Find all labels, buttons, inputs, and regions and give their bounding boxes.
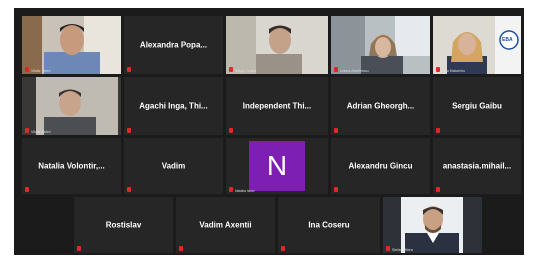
participant-name: Adrian Gheorgh...: [346, 101, 415, 111]
muted-mic-icon: [25, 128, 29, 133]
participant-tile-video[interactable]: Stefan Mitrea: [383, 197, 482, 253]
muted-mic-icon: [25, 187, 29, 192]
muted-mic-icon: [334, 67, 338, 72]
participant-tile[interactable]: Alexandra Popa...: [124, 16, 223, 74]
participant-tile[interactable]: Vadim: [124, 138, 223, 194]
participant-name-caption: Iuliana Zamfirescu: [340, 69, 369, 73]
muted-mic-icon: [25, 67, 29, 72]
active-speaker-tile[interactable]: Sergiu Dudka: [226, 16, 328, 74]
participant-name-caption: Sergiu Dudka: [235, 69, 257, 73]
participant-name: Natalia Volontir,...: [38, 161, 105, 171]
eba-logo: EBA: [502, 37, 513, 43]
muted-mic-icon: [436, 128, 440, 133]
participant-name-caption: Vitalie Tarlev: [31, 130, 51, 134]
avatar: N: [249, 141, 305, 191]
muted-mic-icon: [127, 67, 131, 72]
participant-name: Alexandra Popa...: [139, 40, 208, 50]
participant-tile-video[interactable]: Iuliana Zamfirescu: [331, 16, 430, 74]
muted-mic-icon: [229, 128, 233, 133]
muted-mic-icon: [229, 187, 233, 192]
participant-tile[interactable]: Rostislav: [74, 197, 173, 253]
participant-tile-video[interactable]: Vitalie Tarlev: [22, 77, 121, 135]
muted-mic-icon: [386, 246, 390, 251]
participant-name-caption: Irina Matcenko: [442, 69, 465, 73]
video-conference-window: Vitalie Tarlev Alexandra Popa... Sergiu …: [14, 8, 524, 255]
muted-mic-icon: [436, 67, 440, 72]
muted-mic-icon: [127, 187, 131, 192]
participant-tile[interactable]: Sergiu Gaibu: [433, 77, 521, 135]
muted-mic-icon: [179, 246, 183, 251]
participant-video: [22, 77, 121, 135]
participant-name: Vadim Axentii: [199, 220, 252, 230]
participant-video: [22, 16, 121, 74]
participant-tile[interactable]: Agachi Inga, Thi...: [124, 77, 223, 135]
participant-tile[interactable]: Alexandru Gincu: [331, 138, 430, 194]
participant-name: Vadim: [161, 161, 186, 171]
participant-tile-video[interactable]: Vitalie Tarlev: [22, 16, 121, 74]
participant-tile[interactable]: Natalia Volontir,...: [22, 138, 121, 194]
participant-video: [331, 16, 430, 74]
participant-name: Ina Coseru: [308, 220, 350, 230]
muted-mic-icon: [334, 128, 338, 133]
participant-video: [433, 16, 521, 74]
muted-mic-icon: [229, 67, 233, 72]
participant-name: anastasia.mihail...: [442, 161, 512, 171]
participant-tile-avatar[interactable]: N Natalia Iarov: [226, 138, 328, 194]
muted-mic-icon: [77, 246, 81, 251]
participant-name-caption: Natalia Iarov: [235, 189, 255, 193]
muted-mic-icon: [127, 128, 131, 133]
participant-name: Independent Thi...: [242, 101, 312, 111]
muted-mic-icon: [436, 187, 440, 192]
participant-name-caption: Vitalie Tarlev: [31, 69, 51, 73]
muted-mic-icon: [281, 246, 285, 251]
avatar-initial: N: [266, 150, 288, 181]
participant-tile[interactable]: Adrian Gheorgh...: [331, 77, 430, 135]
participant-name-caption: Stefan Mitrea: [392, 248, 413, 252]
participant-tile[interactable]: Independent Thi...: [226, 77, 328, 135]
participant-tile-video[interactable]: EBA Irina Matcenko: [433, 16, 521, 74]
participant-video: [383, 197, 482, 253]
participant-name: Rostislav: [105, 220, 142, 230]
participant-name: Agachi Inga, Thi...: [139, 101, 208, 111]
muted-mic-icon: [334, 187, 338, 192]
participant-tile[interactable]: anastasia.mihail...: [433, 138, 521, 194]
participant-tile[interactable]: Vadim Axentii: [176, 197, 275, 253]
participant-video: [226, 16, 328, 74]
participant-tile[interactable]: Ina Coseru: [278, 197, 380, 253]
participant-name: Sergiu Gaibu: [452, 101, 502, 111]
participant-name: Alexandru Gincu: [348, 161, 413, 171]
